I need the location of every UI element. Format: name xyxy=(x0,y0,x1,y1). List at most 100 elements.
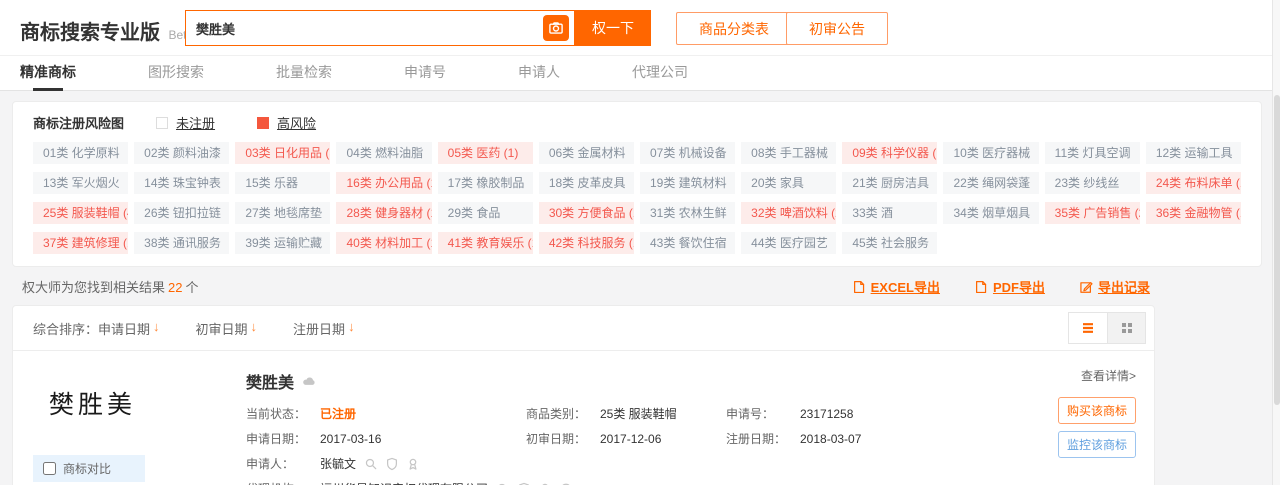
preliminary-announcement-button[interactable]: 初审公告 xyxy=(786,12,888,45)
applicant-value[interactable]: 张毓文 xyxy=(320,455,356,472)
view-toggle xyxy=(1068,312,1146,344)
category-chip[interactable]: 27类 地毯席垫 xyxy=(235,202,330,224)
category-chip[interactable]: 11类 灯具空调 xyxy=(1045,142,1140,164)
category-chip[interactable]: 32类 啤酒饮料 (2) xyxy=(741,202,836,224)
legend-item[interactable]: 高风险 xyxy=(257,113,316,132)
export-link[interactable]: 导出记录 xyxy=(1079,277,1150,296)
category-chip[interactable]: 37类 建筑修理 (1) xyxy=(33,232,128,254)
search-icon[interactable] xyxy=(496,482,510,485)
monitor-trademark-button[interactable]: 监控该商标 xyxy=(1058,431,1136,458)
category-chip[interactable]: 06类 金属材料 xyxy=(539,142,634,164)
target-icon[interactable] xyxy=(559,482,573,485)
list-view-icon[interactable] xyxy=(1069,313,1107,343)
category-chip[interactable]: 35类 广告销售 (2) xyxy=(1045,202,1140,224)
category-chip[interactable]: 41类 教育娱乐 (1) xyxy=(438,232,533,254)
category-chip[interactable]: 29类 食品 xyxy=(438,202,533,224)
category-chip[interactable]: 20类 家具 xyxy=(741,172,836,194)
category-chip[interactable]: 14类 珠宝钟表 xyxy=(134,172,229,194)
buy-trademark-button[interactable]: 购买该商标 xyxy=(1058,397,1136,424)
category-chip[interactable]: 28类 健身器材 (1) xyxy=(336,202,431,224)
shield-icon[interactable] xyxy=(385,457,399,471)
legend-swatch-icon xyxy=(156,117,168,129)
category-chip[interactable]: 09类 科学仪器 (1) xyxy=(842,142,937,164)
results-count-text: 权大师为您找到相关结果22个 xyxy=(22,277,199,296)
search-input[interactable] xyxy=(186,21,543,36)
category-chip[interactable]: 25类 服装鞋帽 (4) xyxy=(33,202,128,224)
category-chip[interactable]: 12类 运输工具 xyxy=(1146,142,1241,164)
category-chip[interactable]: 10类 医疗器械 xyxy=(943,142,1038,164)
category-chip[interactable]: 05类 医药 (1) xyxy=(438,142,533,164)
mark-image-icon[interactable] xyxy=(302,374,316,388)
category-chip[interactable]: 36类 金融物管 (1) xyxy=(1146,202,1241,224)
category-chip[interactable]: 16类 办公用品 (1) xyxy=(336,172,431,194)
trademark-name[interactable]: 樊胜美 xyxy=(246,369,294,393)
category-chip[interactable]: 15类 乐器 xyxy=(235,172,330,194)
tab[interactable]: 图形搜索 xyxy=(148,56,204,91)
scrollbar-thumb[interactable] xyxy=(1274,95,1280,405)
sort-bar: 综合排序： 申请日期 ↓ 初审日期 ↓ 注册日期 ↓ xyxy=(13,306,1154,351)
badge-icon[interactable] xyxy=(538,482,552,485)
tab[interactable]: 代理公司 xyxy=(632,56,688,91)
export-link[interactable]: PDF导出 xyxy=(974,277,1045,296)
category-chip[interactable]: 39类 运输贮藏 xyxy=(235,232,330,254)
tab[interactable]: 精准商标 xyxy=(20,56,76,91)
category-chip[interactable]: 22类 绳网袋蓬 xyxy=(943,172,1038,194)
category-chip[interactable]: 40类 材料加工 (1) xyxy=(336,232,431,254)
category-chip[interactable]: 43类 餐饮住宿 xyxy=(640,232,735,254)
sort-options: 申请日期 ↓ 初审日期 ↓ 注册日期 ↓ xyxy=(98,319,391,338)
category-chip[interactable]: 31类 农林生鲜 xyxy=(640,202,735,224)
camera-icon[interactable] xyxy=(543,15,569,41)
status-badge: 已注册 xyxy=(320,405,356,422)
registration-date-value: 2018-03-07 xyxy=(800,432,861,446)
category-chip[interactable]: 42类 科技服务 (1) xyxy=(539,232,634,254)
agency-value[interactable]: 福州华星知识产权代理有限公司 xyxy=(320,480,488,485)
category-chip[interactable]: 18类 皮革皮具 xyxy=(539,172,634,194)
category-chip[interactable]: 02类 颜料油漆 xyxy=(134,142,229,164)
category-chip[interactable]: 19类 建筑材料 xyxy=(640,172,735,194)
category-chip[interactable]: 07类 机械设备 xyxy=(640,142,735,164)
page-title: 商标搜索专业版 xyxy=(20,22,160,44)
category-chip[interactable]: 45类 社会服务 xyxy=(842,232,937,254)
view-detail-link[interactable]: 查看详情> xyxy=(1081,367,1136,384)
category-chip[interactable]: 04类 燃料油脂 xyxy=(336,142,431,164)
risk-map-title: 商标注册风险图 xyxy=(33,113,124,132)
sort-option[interactable]: 注册日期 ↓ xyxy=(293,319,355,338)
sort-option[interactable]: 初审日期 ↓ xyxy=(196,319,258,338)
compare-chip[interactable]: 商标对比 xyxy=(33,455,145,482)
search-box xyxy=(185,10,575,46)
tab[interactable]: 批量检索 xyxy=(276,56,332,91)
category-chip[interactable]: 13类 军火烟火 xyxy=(33,172,128,194)
tab[interactable]: 申请号 xyxy=(404,56,446,91)
shield-icon[interactable] xyxy=(517,482,531,485)
sort-option-label: 注册日期 xyxy=(293,319,345,338)
category-chip[interactable]: 08类 手工器械 xyxy=(741,142,836,164)
category-chip[interactable]: 21类 厨房洁具 xyxy=(842,172,937,194)
category-chip[interactable]: 26类 钮扣拉链 xyxy=(134,202,229,224)
category-chip[interactable]: 24类 布料床单 (1) xyxy=(1146,172,1241,194)
category-chip[interactable]: 01类 化学原料 xyxy=(33,142,128,164)
risk-legend: 未注册 高风险 xyxy=(156,113,358,132)
grid-view-icon[interactable] xyxy=(1107,313,1145,343)
search-button[interactable]: 权一下 xyxy=(575,10,651,46)
result-item: 樊胜美 商标对比 樊胜美 当前状态： 已注册 商品类别： xyxy=(13,351,1154,485)
agency-icons xyxy=(496,482,573,485)
badge-icon[interactable] xyxy=(406,457,420,471)
export-link[interactable]: EXCEL导出 xyxy=(852,277,940,296)
category-chip[interactable]: 17类 橡胶制品 xyxy=(438,172,533,194)
category-chip[interactable]: 23类 纱线丝 xyxy=(1045,172,1140,194)
compare-checkbox[interactable] xyxy=(43,462,56,475)
search-icon[interactable] xyxy=(364,457,378,471)
legend-item[interactable]: 未注册 xyxy=(156,113,215,132)
legend-label: 高风险 xyxy=(277,113,316,132)
scrollbar[interactable] xyxy=(1272,0,1280,485)
sort-option[interactable]: 申请日期 ↓ xyxy=(98,319,160,338)
tab[interactable]: 申请人 xyxy=(518,56,560,91)
category-chip[interactable]: 30类 方便食品 (1) xyxy=(539,202,634,224)
category-chip[interactable]: 34类 烟草烟具 xyxy=(943,202,1038,224)
category-chip[interactable]: 44类 医疗园艺 xyxy=(741,232,836,254)
goods-classification-button[interactable]: 商品分类表 xyxy=(676,12,792,45)
category-chip[interactable]: 38类 通讯服务 xyxy=(134,232,229,254)
trademark-image[interactable]: 樊胜美 xyxy=(49,385,246,421)
category-chip[interactable]: 33类 酒 xyxy=(842,202,937,224)
category-chip[interactable]: 03类 日化用品 (3) xyxy=(235,142,330,164)
